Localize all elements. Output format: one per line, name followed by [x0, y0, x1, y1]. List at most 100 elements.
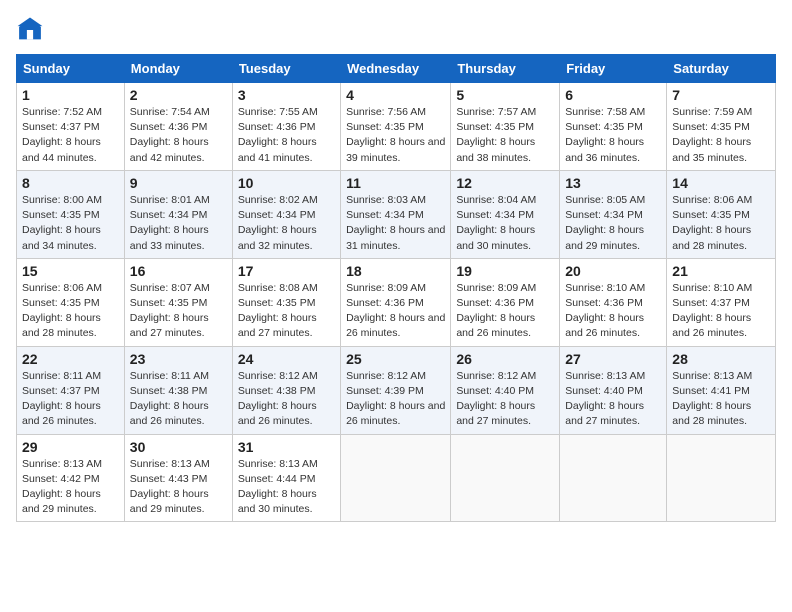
day-number: 21	[672, 263, 770, 279]
day-info: Sunrise: 8:09 AM Sunset: 4:36 PM Dayligh…	[456, 281, 554, 342]
day-number: 10	[238, 175, 335, 191]
calendar-cell: 12 Sunrise: 8:04 AM Sunset: 4:34 PM Dayl…	[451, 170, 560, 258]
calendar-cell: 22 Sunrise: 8:11 AM Sunset: 4:37 PM Dayl…	[17, 346, 125, 434]
calendar-cell: 21 Sunrise: 8:10 AM Sunset: 4:37 PM Dayl…	[667, 258, 776, 346]
calendar-cell: 13 Sunrise: 8:05 AM Sunset: 4:34 PM Dayl…	[560, 170, 667, 258]
day-info: Sunrise: 8:05 AM Sunset: 4:34 PM Dayligh…	[565, 193, 661, 254]
day-number: 15	[22, 263, 119, 279]
day-info: Sunrise: 8:09 AM Sunset: 4:36 PM Dayligh…	[346, 281, 445, 342]
calendar-cell: 23 Sunrise: 8:11 AM Sunset: 4:38 PM Dayl…	[124, 346, 232, 434]
day-number: 5	[456, 87, 554, 103]
calendar-cell: 10 Sunrise: 8:02 AM Sunset: 4:34 PM Dayl…	[232, 170, 340, 258]
calendar-cell: 28 Sunrise: 8:13 AM Sunset: 4:41 PM Dayl…	[667, 346, 776, 434]
day-number: 30	[130, 439, 227, 455]
calendar-cell: 5 Sunrise: 7:57 AM Sunset: 4:35 PM Dayli…	[451, 83, 560, 171]
day-info: Sunrise: 7:52 AM Sunset: 4:37 PM Dayligh…	[22, 105, 119, 166]
calendar-cell: 2 Sunrise: 7:54 AM Sunset: 4:36 PM Dayli…	[124, 83, 232, 171]
day-number: 25	[346, 351, 445, 367]
day-number: 29	[22, 439, 119, 455]
calendar-cell	[341, 434, 451, 522]
day-number: 16	[130, 263, 227, 279]
day-number: 23	[130, 351, 227, 367]
page-header	[16, 16, 776, 44]
calendar-cell: 6 Sunrise: 7:58 AM Sunset: 4:35 PM Dayli…	[560, 83, 667, 171]
calendar-cell	[560, 434, 667, 522]
day-info: Sunrise: 8:02 AM Sunset: 4:34 PM Dayligh…	[238, 193, 335, 254]
calendar-cell: 1 Sunrise: 7:52 AM Sunset: 4:37 PM Dayli…	[17, 83, 125, 171]
calendar-cell: 24 Sunrise: 8:12 AM Sunset: 4:38 PM Dayl…	[232, 346, 340, 434]
calendar-table: SundayMondayTuesdayWednesdayThursdayFrid…	[16, 54, 776, 522]
day-info: Sunrise: 7:57 AM Sunset: 4:35 PM Dayligh…	[456, 105, 554, 166]
day-info: Sunrise: 8:11 AM Sunset: 4:38 PM Dayligh…	[130, 369, 227, 430]
calendar-cell: 4 Sunrise: 7:56 AM Sunset: 4:35 PM Dayli…	[341, 83, 451, 171]
day-info: Sunrise: 8:13 AM Sunset: 4:43 PM Dayligh…	[130, 457, 227, 518]
day-number: 20	[565, 263, 661, 279]
day-info: Sunrise: 8:07 AM Sunset: 4:35 PM Dayligh…	[130, 281, 227, 342]
calendar-cell: 25 Sunrise: 8:12 AM Sunset: 4:39 PM Dayl…	[341, 346, 451, 434]
day-info: Sunrise: 8:13 AM Sunset: 4:42 PM Dayligh…	[22, 457, 119, 518]
day-number: 18	[346, 263, 445, 279]
weekday-header-monday: Monday	[124, 55, 232, 83]
calendar-cell	[667, 434, 776, 522]
day-info: Sunrise: 8:13 AM Sunset: 4:40 PM Dayligh…	[565, 369, 661, 430]
day-info: Sunrise: 8:04 AM Sunset: 4:34 PM Dayligh…	[456, 193, 554, 254]
weekday-header-friday: Friday	[560, 55, 667, 83]
calendar-cell: 20 Sunrise: 8:10 AM Sunset: 4:36 PM Dayl…	[560, 258, 667, 346]
generalblue-logo-icon	[16, 16, 44, 44]
calendar-cell: 16 Sunrise: 8:07 AM Sunset: 4:35 PM Dayl…	[124, 258, 232, 346]
day-info: Sunrise: 7:58 AM Sunset: 4:35 PM Dayligh…	[565, 105, 661, 166]
day-info: Sunrise: 8:10 AM Sunset: 4:37 PM Dayligh…	[672, 281, 770, 342]
calendar-cell: 17 Sunrise: 8:08 AM Sunset: 4:35 PM Dayl…	[232, 258, 340, 346]
day-number: 3	[238, 87, 335, 103]
day-info: Sunrise: 8:06 AM Sunset: 4:35 PM Dayligh…	[672, 193, 770, 254]
calendar-cell: 29 Sunrise: 8:13 AM Sunset: 4:42 PM Dayl…	[17, 434, 125, 522]
weekday-header-sunday: Sunday	[17, 55, 125, 83]
day-info: Sunrise: 8:08 AM Sunset: 4:35 PM Dayligh…	[238, 281, 335, 342]
day-number: 19	[456, 263, 554, 279]
calendar-week-5: 29 Sunrise: 8:13 AM Sunset: 4:42 PM Dayl…	[17, 434, 776, 522]
weekday-header-tuesday: Tuesday	[232, 55, 340, 83]
day-number: 26	[456, 351, 554, 367]
day-number: 28	[672, 351, 770, 367]
calendar-week-4: 22 Sunrise: 8:11 AM Sunset: 4:37 PM Dayl…	[17, 346, 776, 434]
day-number: 31	[238, 439, 335, 455]
calendar-cell: 26 Sunrise: 8:12 AM Sunset: 4:40 PM Dayl…	[451, 346, 560, 434]
day-info: Sunrise: 8:12 AM Sunset: 4:38 PM Dayligh…	[238, 369, 335, 430]
logo	[16, 16, 48, 44]
weekday-header-row: SundayMondayTuesdayWednesdayThursdayFrid…	[17, 55, 776, 83]
calendar-cell: 19 Sunrise: 8:09 AM Sunset: 4:36 PM Dayl…	[451, 258, 560, 346]
day-number: 27	[565, 351, 661, 367]
calendar-cell: 15 Sunrise: 8:06 AM Sunset: 4:35 PM Dayl…	[17, 258, 125, 346]
day-number: 2	[130, 87, 227, 103]
day-number: 4	[346, 87, 445, 103]
day-number: 12	[456, 175, 554, 191]
day-number: 17	[238, 263, 335, 279]
day-info: Sunrise: 8:13 AM Sunset: 4:41 PM Dayligh…	[672, 369, 770, 430]
day-number: 9	[130, 175, 227, 191]
calendar-week-2: 8 Sunrise: 8:00 AM Sunset: 4:35 PM Dayli…	[17, 170, 776, 258]
day-info: Sunrise: 8:03 AM Sunset: 4:34 PM Dayligh…	[346, 193, 445, 254]
day-info: Sunrise: 7:56 AM Sunset: 4:35 PM Dayligh…	[346, 105, 445, 166]
day-number: 1	[22, 87, 119, 103]
calendar-cell: 30 Sunrise: 8:13 AM Sunset: 4:43 PM Dayl…	[124, 434, 232, 522]
calendar-week-3: 15 Sunrise: 8:06 AM Sunset: 4:35 PM Dayl…	[17, 258, 776, 346]
day-info: Sunrise: 8:01 AM Sunset: 4:34 PM Dayligh…	[130, 193, 227, 254]
day-number: 8	[22, 175, 119, 191]
day-info: Sunrise: 7:59 AM Sunset: 4:35 PM Dayligh…	[672, 105, 770, 166]
day-number: 24	[238, 351, 335, 367]
day-number: 22	[22, 351, 119, 367]
calendar-cell: 11 Sunrise: 8:03 AM Sunset: 4:34 PM Dayl…	[341, 170, 451, 258]
weekday-header-thursday: Thursday	[451, 55, 560, 83]
calendar-cell: 9 Sunrise: 8:01 AM Sunset: 4:34 PM Dayli…	[124, 170, 232, 258]
day-info: Sunrise: 8:12 AM Sunset: 4:39 PM Dayligh…	[346, 369, 445, 430]
calendar-cell: 7 Sunrise: 7:59 AM Sunset: 4:35 PM Dayli…	[667, 83, 776, 171]
day-number: 14	[672, 175, 770, 191]
day-info: Sunrise: 8:12 AM Sunset: 4:40 PM Dayligh…	[456, 369, 554, 430]
calendar-cell: 31 Sunrise: 8:13 AM Sunset: 4:44 PM Dayl…	[232, 434, 340, 522]
day-info: Sunrise: 8:06 AM Sunset: 4:35 PM Dayligh…	[22, 281, 119, 342]
calendar-cell: 14 Sunrise: 8:06 AM Sunset: 4:35 PM Dayl…	[667, 170, 776, 258]
calendar-cell: 18 Sunrise: 8:09 AM Sunset: 4:36 PM Dayl…	[341, 258, 451, 346]
weekday-header-saturday: Saturday	[667, 55, 776, 83]
day-number: 11	[346, 175, 445, 191]
calendar-cell: 27 Sunrise: 8:13 AM Sunset: 4:40 PM Dayl…	[560, 346, 667, 434]
